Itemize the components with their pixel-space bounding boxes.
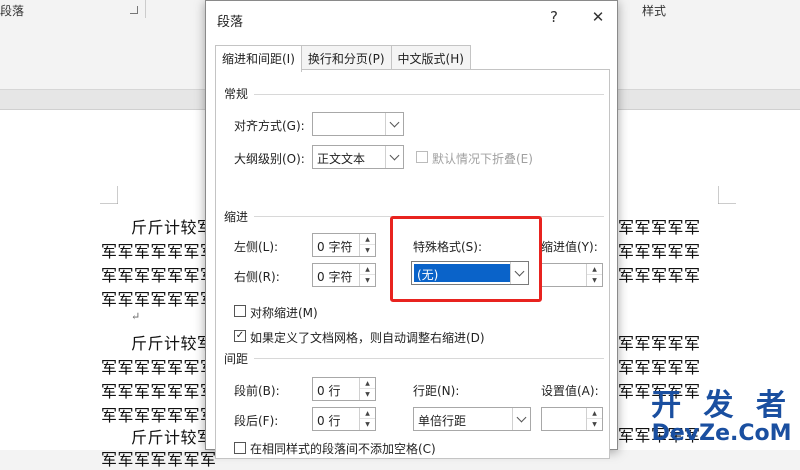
special-format-select[interactable]: (无) bbox=[411, 261, 529, 285]
spin-up-icon[interactable]: ▲ bbox=[360, 378, 375, 389]
indentation-heading: 缩进 bbox=[224, 210, 249, 224]
spin-down-icon[interactable]: ▼ bbox=[360, 389, 375, 400]
chevron-down-icon bbox=[512, 408, 530, 430]
spin-down-icon[interactable]: ▼ bbox=[587, 275, 602, 286]
margin-corner-icon bbox=[718, 186, 736, 204]
doc-line-right: 军军军军军 bbox=[618, 334, 701, 353]
doc-line-left: 军军军军军军军 bbox=[101, 290, 217, 309]
dialog-launcher-icon[interactable] bbox=[130, 6, 138, 14]
chevron-down-icon bbox=[510, 262, 528, 284]
line-spacing-select[interactable]: 单倍行距 bbox=[413, 407, 531, 431]
chevron-down-icon bbox=[385, 146, 403, 168]
tab-line-page-breaks[interactable]: 换行和分页(P) bbox=[300, 45, 392, 70]
outline-level-label: 大纲级别(O): bbox=[234, 152, 305, 166]
space-after-spinner[interactable]: 0 行 ▲ ▼ bbox=[312, 407, 376, 431]
watermark-cn: 开 发 者 bbox=[651, 388, 792, 423]
annotation-highlight-box bbox=[390, 216, 542, 302]
line-spacing-value: 单倍行距 bbox=[418, 414, 467, 428]
spin-up-icon[interactable]: ▲ bbox=[360, 264, 375, 275]
left-indent-label: 左侧(L): bbox=[234, 240, 279, 254]
close-button[interactable]: ✕ bbox=[586, 5, 610, 29]
collapse-default-label: 默认情况下折叠(E) bbox=[432, 152, 533, 166]
spin-down-icon[interactable]: ▼ bbox=[360, 275, 375, 286]
watermark-en: DevZe.CoM bbox=[651, 421, 792, 446]
styles-group-label: 样式 bbox=[642, 4, 667, 18]
space-after-label: 段后(F): bbox=[234, 414, 279, 428]
spin-up-icon[interactable]: ▲ bbox=[360, 234, 375, 245]
indent-amount-label: 缩进值(Y): bbox=[541, 240, 598, 254]
spin-up-icon[interactable]: ▲ bbox=[587, 408, 602, 419]
no-space-same-style-label: 在相同样式的段落间不添加空格(C) bbox=[250, 442, 436, 456]
left-indent-value: 0 字符 bbox=[317, 240, 353, 254]
doc-line-left: 军军军军军军军 bbox=[101, 382, 217, 401]
tab-indents-spacing[interactable]: 缩进和间距(I) bbox=[215, 45, 302, 72]
doc-line-right: 军军军军军 bbox=[618, 358, 701, 377]
tab-asian-typography[interactable]: 中文版式(H) bbox=[390, 45, 471, 70]
ribbon-separator bbox=[145, 0, 146, 18]
help-button[interactable]: ? bbox=[542, 5, 566, 29]
special-format-value: (无) bbox=[414, 264, 510, 282]
tab-bar: 缩进和间距(I) 换行和分页(P) 中文版式(H) bbox=[215, 45, 471, 72]
spacing-heading: 间距 bbox=[224, 352, 249, 366]
doc-line-right: 军军军军军 bbox=[618, 242, 701, 261]
doc-line-left: 斤斤计较军 bbox=[131, 218, 214, 237]
mirror-indents-label: 对称缩进(M) bbox=[250, 306, 318, 320]
collapse-default-checkbox[interactable] bbox=[416, 151, 428, 163]
watermark-logo: 开 发 者 DevZe.CoM bbox=[651, 390, 792, 446]
alignment-label: 对齐方式(G): bbox=[234, 119, 305, 133]
doc-line-left: 斤斤计较军 bbox=[131, 428, 214, 447]
margin-corner-icon bbox=[100, 186, 118, 204]
doc-line-right: 军军军军军 bbox=[618, 218, 701, 237]
chevron-down-icon bbox=[385, 113, 403, 135]
spacing-at-spinner[interactable]: ▲ ▼ bbox=[541, 407, 603, 431]
right-indent-spinner[interactable]: 0 字符 ▲ ▼ bbox=[312, 263, 376, 287]
outline-level-value: 正文文本 bbox=[317, 152, 366, 166]
spin-up-icon[interactable]: ▲ bbox=[360, 408, 375, 419]
right-indent-value: 0 字符 bbox=[317, 270, 353, 284]
outline-level-select[interactable]: 正文文本 bbox=[312, 145, 404, 169]
right-indent-label: 右侧(R): bbox=[234, 270, 280, 284]
space-before-value: 0 行 bbox=[317, 384, 341, 398]
doc-line-left: 军军军军军军军 bbox=[101, 266, 217, 285]
auto-adjust-checkbox[interactable]: ✓ bbox=[234, 330, 246, 342]
no-space-same-style-checkbox[interactable] bbox=[234, 442, 246, 454]
space-before-label: 段前(B): bbox=[234, 384, 280, 398]
space-after-value: 0 行 bbox=[317, 414, 341, 428]
spin-up-icon[interactable]: ▲ bbox=[587, 264, 602, 275]
doc-line-right: 军军军军军 bbox=[618, 266, 701, 285]
paragraph-group-label: 段落 bbox=[0, 4, 25, 18]
spin-down-icon[interactable]: ▼ bbox=[360, 245, 375, 256]
mirror-indents-checkbox[interactable] bbox=[234, 305, 246, 317]
doc-line-left: 军军军军军军军 bbox=[101, 242, 217, 261]
line-spacing-label: 行距(N): bbox=[413, 384, 460, 398]
left-indent-spinner[interactable]: 0 字符 ▲ ▼ bbox=[312, 233, 376, 257]
paragraph-mark: ↵ bbox=[131, 310, 141, 323]
space-before-spinner[interactable]: 0 行 ▲ ▼ bbox=[312, 377, 376, 401]
general-heading: 常规 bbox=[224, 87, 249, 101]
doc-line-left: 军军军军军军军 bbox=[101, 358, 217, 377]
indent-amount-spinner[interactable]: ▲ ▼ bbox=[539, 263, 603, 287]
spin-down-icon[interactable]: ▼ bbox=[360, 419, 375, 430]
divider bbox=[254, 94, 604, 95]
doc-line-left: 斤斤计较军 bbox=[131, 334, 214, 353]
spin-down-icon[interactable]: ▼ bbox=[587, 419, 602, 430]
divider bbox=[254, 358, 604, 359]
alignment-select[interactable] bbox=[312, 112, 404, 136]
auto-adjust-label: 如果定义了文档网格，则自动调整右缩进(D) bbox=[250, 331, 485, 345]
spacing-at-label: 设置值(A): bbox=[541, 384, 599, 398]
doc-line-left: 军军军军军军军 bbox=[101, 406, 217, 425]
dialog-title: 段落 bbox=[217, 15, 244, 30]
